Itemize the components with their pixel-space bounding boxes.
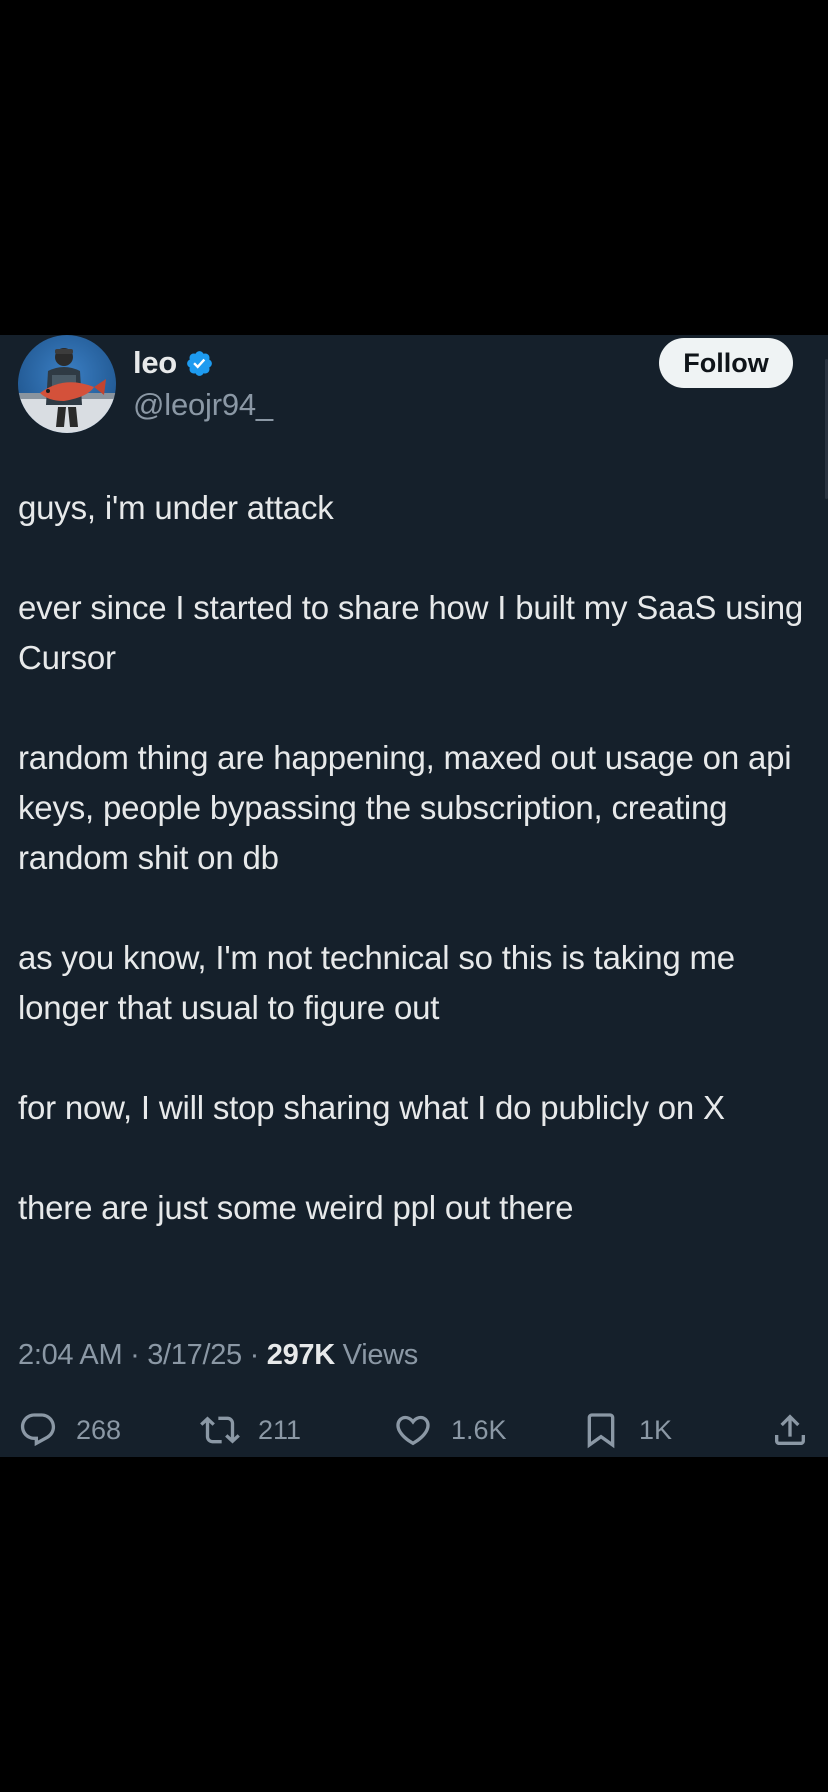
tweet-card: leo @leojr94_ Follow guys, i'm under att…	[0, 335, 828, 1457]
bookmark-count: 1K	[639, 1414, 673, 1445]
retweet-count: 211	[258, 1414, 302, 1445]
tweet-paragraph: ever since I started to share how I buil…	[18, 589, 804, 676]
tweet-paragraph: guys, i'm under attack	[18, 489, 334, 526]
meta-separator: ·	[130, 1339, 148, 1371]
reply-count: 268	[76, 1414, 122, 1445]
tweet-meta: 2:04 AM · 3/17/25 · 297K Views	[18, 1339, 418, 1372]
tweet-actions: 268 211 1.6K 1K	[18, 1410, 810, 1456]
avatar[interactable]	[18, 335, 116, 433]
author-handle[interactable]: @leojr94_	[133, 387, 273, 423]
tweet-time[interactable]: 2:04 AM	[18, 1339, 123, 1371]
bookmark-icon	[587, 1413, 615, 1449]
follow-button[interactable]: Follow	[659, 338, 793, 388]
views-count: 297K	[266, 1339, 335, 1371]
tweet-date[interactable]: 3/17/25	[147, 1339, 242, 1371]
retweet-icon	[200, 1416, 240, 1444]
bookmark-button[interactable]: 1K	[581, 1410, 672, 1450]
reply-icon	[20, 1413, 56, 1447]
tweet-text: guys, i'm under attack ever since I star…	[18, 483, 818, 1233]
author-name-row[interactable]: leo	[133, 345, 214, 381]
reply-button[interactable]: 268	[18, 1410, 121, 1450]
author-display-name[interactable]: leo	[133, 345, 177, 381]
verified-badge-icon	[185, 349, 214, 378]
share-icon	[775, 1414, 805, 1445]
like-count: 1.6K	[451, 1414, 507, 1445]
retweet-button[interactable]: 211	[200, 1410, 301, 1450]
tweet-paragraph: for now, I will stop sharing what I do p…	[18, 1089, 725, 1126]
views-label: Views	[342, 1339, 419, 1371]
share-button[interactable]	[770, 1410, 810, 1450]
like-button[interactable]: 1.6K	[393, 1410, 507, 1450]
heart-icon	[396, 1415, 430, 1446]
tweet-paragraph: as you know, I'm not technical so this i…	[18, 939, 735, 1026]
tweet-paragraph: there are just some weird ppl out there	[18, 1189, 574, 1226]
meta-separator: ·	[249, 1339, 267, 1371]
tweet-paragraph: random thing are happening, maxed out us…	[18, 739, 792, 876]
